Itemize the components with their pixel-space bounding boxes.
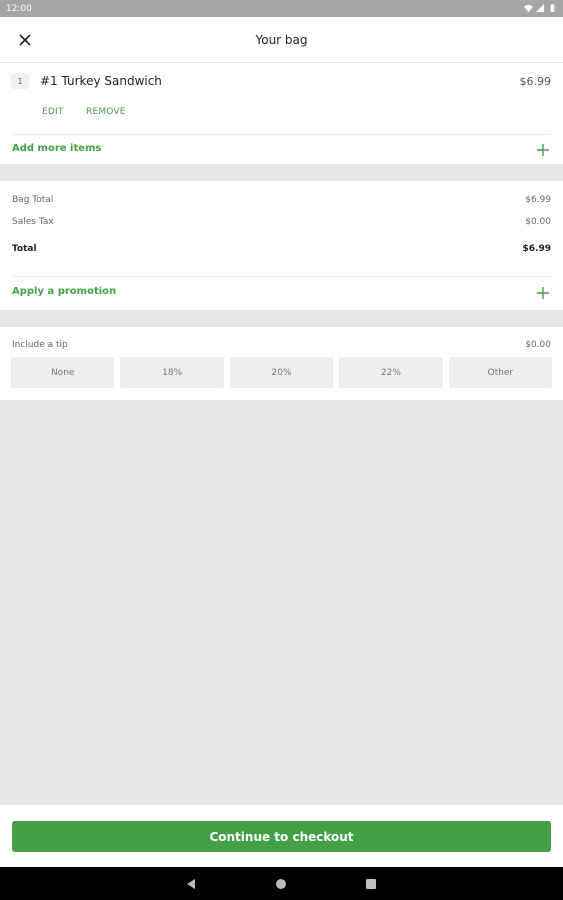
tip-option-22[interactable]: 22% xyxy=(339,357,443,388)
sales-tax-value: $0.00 xyxy=(525,217,551,227)
remove-item-link[interactable]: REMOVE xyxy=(86,107,126,117)
app-header: Your bag xyxy=(0,17,563,63)
tip-option-none[interactable]: None xyxy=(11,357,115,388)
add-more-items-row[interactable]: Add more items xyxy=(0,135,563,165)
tip-value: $0.00 xyxy=(525,340,551,350)
home-circle-icon xyxy=(276,879,286,889)
status-time: 12:00 xyxy=(6,3,32,14)
battery-icon xyxy=(550,4,555,13)
total-label: Total xyxy=(12,244,37,254)
home-button[interactable] xyxy=(272,875,290,893)
signal-icon xyxy=(536,4,545,13)
bag-total-label: Bag Total xyxy=(12,195,54,205)
status-bar: 12:00 xyxy=(0,0,563,17)
checkout-footer: Continue to checkout xyxy=(0,805,563,867)
recents-square-icon xyxy=(366,879,376,889)
tip-option-18[interactable]: 18% xyxy=(120,357,224,388)
close-icon xyxy=(19,34,31,46)
tip-options: None 18% 20% 22% Other xyxy=(11,357,553,388)
wifi-icon xyxy=(524,4,533,13)
back-button[interactable] xyxy=(182,875,200,893)
item-quantity-badge[interactable]: 1 xyxy=(11,73,29,89)
plus-icon xyxy=(537,287,549,299)
sales-tax-label: Sales Tax xyxy=(12,217,54,227)
continue-to-checkout-button[interactable]: Continue to checkout xyxy=(12,821,551,852)
tip-label: Include a tip xyxy=(12,340,68,350)
apply-promotion-row[interactable]: Apply a promotion xyxy=(0,277,563,307)
add-more-items-label: Add more items xyxy=(12,143,102,154)
close-button[interactable] xyxy=(14,29,36,51)
page-title: Your bag xyxy=(255,32,308,47)
system-nav-bar xyxy=(0,867,563,900)
tip-option-other[interactable]: Other xyxy=(448,357,553,388)
total-value: $6.99 xyxy=(522,244,551,254)
plus-icon xyxy=(537,144,549,156)
item-price: $6.99 xyxy=(519,75,552,88)
back-triangle-icon xyxy=(187,879,195,889)
recents-button[interactable] xyxy=(362,875,380,893)
tip-option-20[interactable]: 20% xyxy=(229,357,334,388)
apply-promotion-label: Apply a promotion xyxy=(12,286,117,297)
status-icons xyxy=(524,4,557,13)
edit-item-link[interactable]: EDIT xyxy=(42,107,64,117)
item-name: #1 Turkey Sandwich xyxy=(40,74,162,88)
bag-total-value: $6.99 xyxy=(525,195,551,205)
